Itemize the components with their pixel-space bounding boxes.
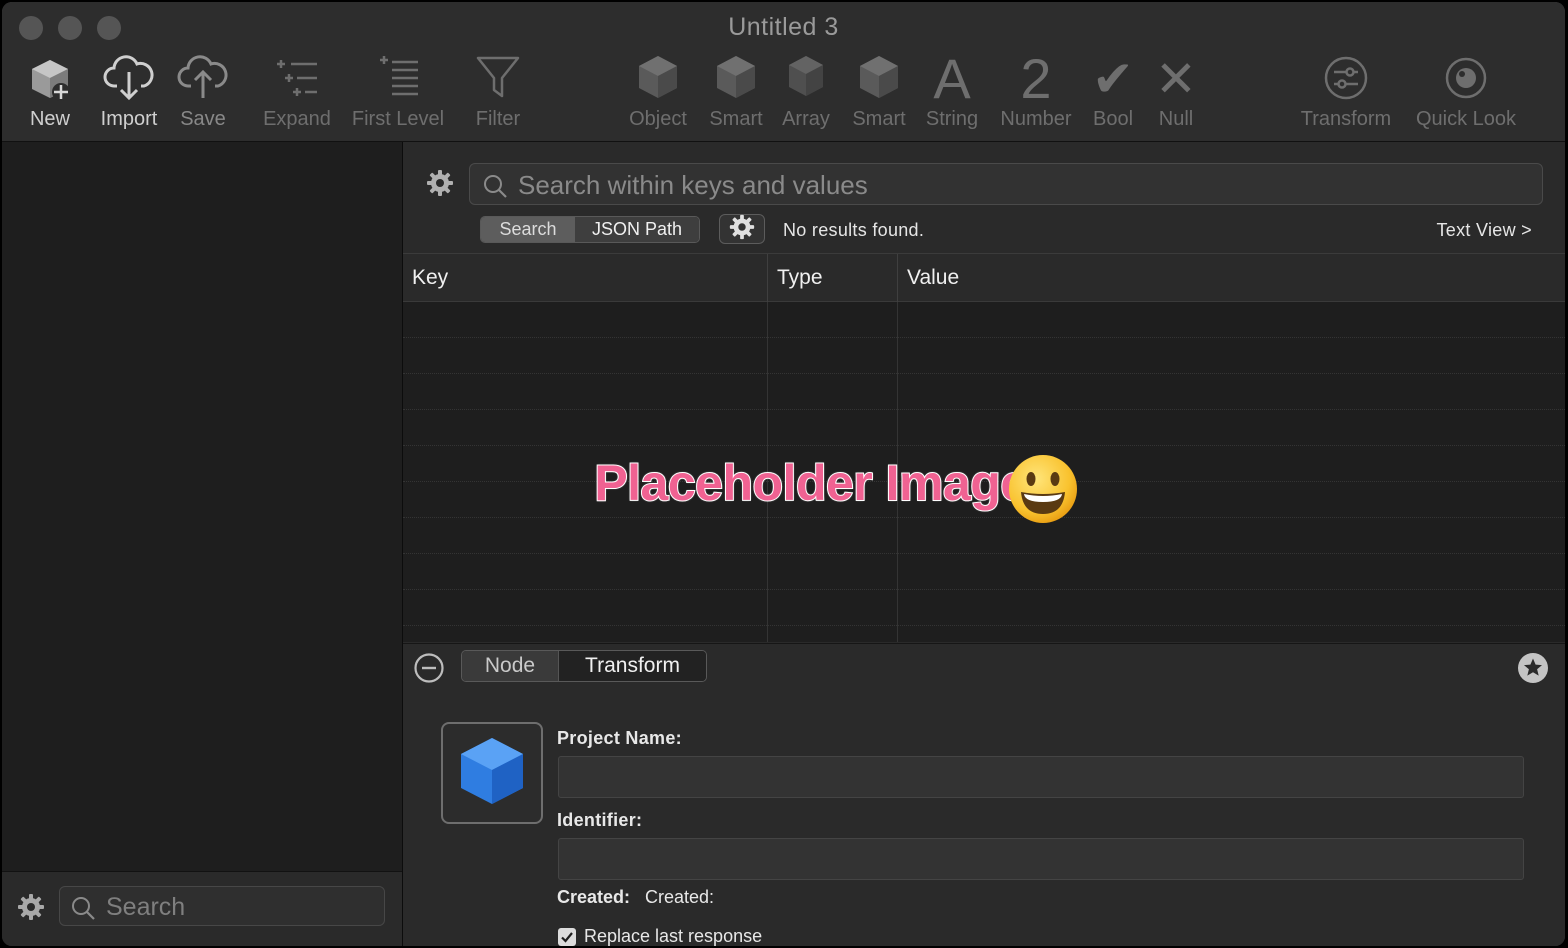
replace-last-response-checkbox[interactable] [558,927,576,946]
identifier-label: Identifier: [557,810,643,830]
import-button[interactable]: Import [96,50,162,131]
created-label: Created: [557,887,631,907]
letter-a-icon: A [933,47,971,110]
search-mode-segmented-control: Search JSON Path [480,216,700,243]
main-search-input[interactable] [516,169,1530,201]
object-button[interactable]: Object [624,50,692,131]
search-status-text: No results found. [783,220,925,240]
transform-button[interactable]: Transform [1298,50,1394,131]
app-window: Untitled 3 New Import Save Expand First … [2,2,1565,946]
cloud-upload-icon [176,50,230,110]
new-document-icon [22,50,78,110]
text-view-link[interactable]: Text View > [1436,220,1532,241]
search-icon [482,173,508,204]
smart-array-button[interactable]: Smart [848,50,910,131]
tab-node[interactable]: Node [462,651,559,681]
column-header-type[interactable]: Type [767,254,897,302]
search-mode-search[interactable]: Search [481,217,575,242]
replace-last-response-label: Replace last response [584,926,763,946]
sidebar-search-field[interactable] [59,886,385,926]
cloud-download-icon [96,50,162,110]
blue-cube-icon [457,734,527,813]
array-button[interactable]: Array [778,50,834,131]
window-title: Untitled 3 [728,13,839,41]
collapse-minus-icon[interactable] [413,652,445,689]
x-mark-icon: ✕ [1155,51,1197,107]
gear-icon [728,213,756,246]
checkmark-icon: ✔ [1092,51,1134,107]
project-icon-well[interactable] [441,722,543,824]
main-panel: Search JSON Path [403,142,1565,946]
number-button[interactable]: 2 Number [996,50,1076,131]
table-row[interactable] [403,590,1565,626]
table-row[interactable] [403,302,1565,338]
table-header: Key Type Value [403,254,1565,302]
table-row[interactable] [403,374,1565,410]
search-area: Search JSON Path [403,142,1565,254]
bool-button[interactable]: ✔ Bool [1088,50,1138,131]
inspector-tab-control: Node Transform [461,650,707,682]
created-value: Created: [645,887,715,907]
stacked-cube-icon [778,50,834,110]
first-level-button[interactable]: First Level [348,50,448,131]
smart-cube-icon [705,50,767,110]
tab-transform[interactable]: Transform [559,651,706,681]
main-search-field[interactable] [469,163,1543,205]
json-table: Key Type Value Placeholder Image [403,254,1565,642]
identifier-field[interactable] [558,838,1524,880]
column-header-key[interactable]: Key [403,254,767,302]
eye-icon [1410,50,1522,110]
toolbar: Untitled 3 New Import Save Expand First … [2,2,1565,142]
sidebar-gear-icon[interactable] [16,892,46,927]
project-name-label: Project Name: [557,728,682,748]
table-row[interactable] [403,554,1565,590]
cube-icon [624,50,692,110]
column-header-value[interactable]: Value [897,254,1565,302]
sidebar-footer [2,871,402,946]
smart-stack-icon [848,50,910,110]
smiley-emoji-icon [1006,452,1080,531]
save-button[interactable]: Save [176,50,230,131]
inspector-panel: Node Transform Project Name: Identifier:… [403,643,1565,946]
list-icon [348,50,448,110]
sidebar-search-input[interactable] [104,891,378,923]
replace-last-response-option[interactable]: Replace last response [558,926,762,946]
null-button[interactable]: ✕ Null [1152,50,1200,131]
search-options-button[interactable] [719,214,765,244]
table-row[interactable] [403,338,1565,374]
expand-button[interactable]: Expand [260,50,334,131]
string-button[interactable]: A String [920,50,984,131]
new-button[interactable]: New [22,50,78,131]
search-settings-gear-icon[interactable] [425,168,455,203]
expand-icon [260,50,334,110]
favorite-star-icon[interactable] [1517,652,1549,689]
digit-two-icon: 2 [1020,47,1052,110]
checkmark-icon [561,931,573,943]
search-icon [70,895,96,926]
quick-look-button[interactable]: Quick Look [1410,50,1522,131]
sidebar [2,142,403,946]
search-mode-json-path[interactable]: JSON Path [575,217,699,242]
funnel-icon [470,50,526,110]
sliders-icon [1298,50,1394,110]
smart-object-button[interactable]: Smart [705,50,767,131]
filter-button[interactable]: Filter [470,50,526,131]
table-row[interactable] [403,518,1565,554]
table-row[interactable] [403,410,1565,446]
project-name-field[interactable] [558,756,1524,798]
